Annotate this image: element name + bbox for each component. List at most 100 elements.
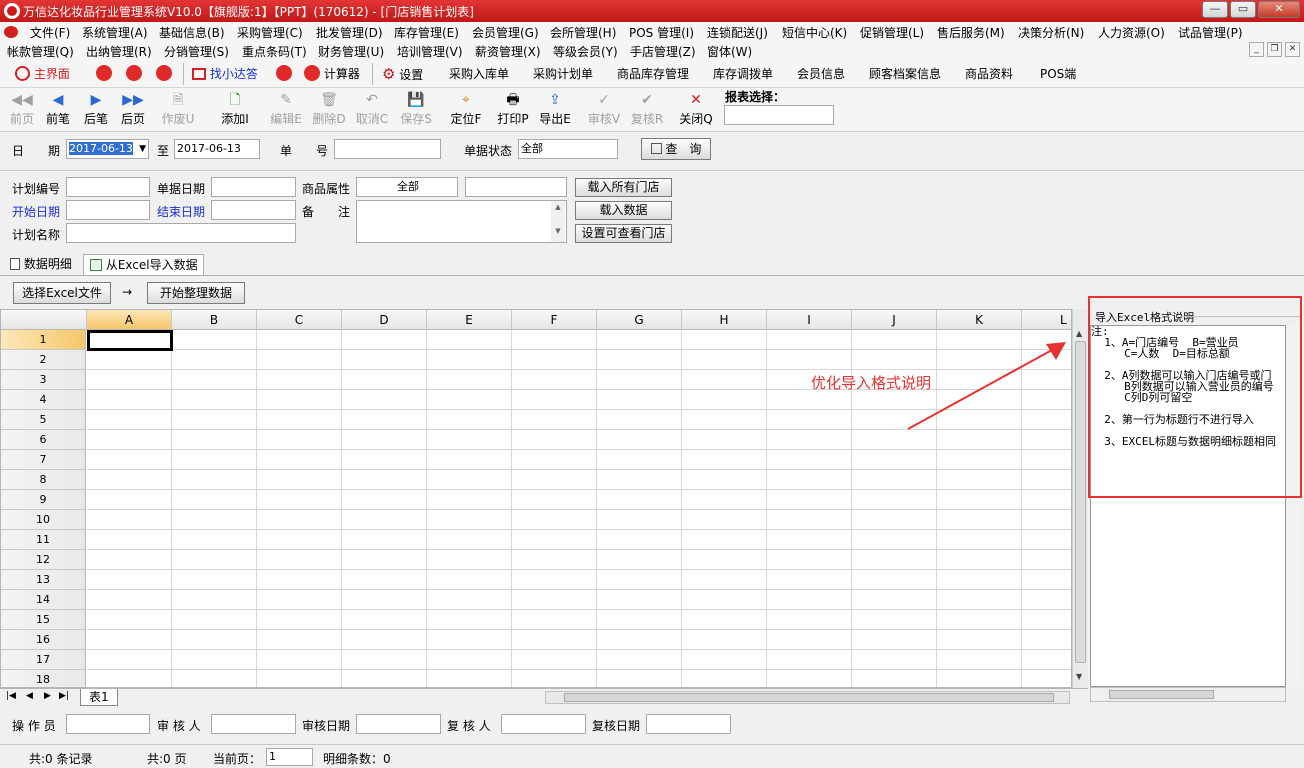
edit-button[interactable]: ✎ 编辑E [266, 90, 306, 130]
auditor-input[interactable] [211, 714, 296, 734]
delete-button[interactable]: 🗑 删除D [309, 90, 349, 130]
row-header[interactable]: 13 [1, 570, 86, 590]
menu-pos[interactable]: POS 管理(I) [629, 24, 694, 41]
menu-club[interactable]: 会所管理(H) [550, 24, 616, 41]
remark-scrollbar[interactable]: ▲ ▼ [551, 201, 565, 242]
query-button[interactable]: 查 询 [641, 138, 711, 160]
nav-link-product-info[interactable]: 商品资料 [965, 65, 1013, 82]
menu-level-member[interactable]: 等级会员(Y) [553, 43, 618, 60]
set-visible-stores-button[interactable]: 设置可查看门店 [575, 224, 672, 243]
panel-horizontal-scrollbar[interactable] [1090, 687, 1286, 702]
recheck-button[interactable]: ✔ 复核R [627, 90, 667, 130]
column-header[interactable]: C [257, 310, 342, 330]
row-header[interactable]: 9 [1, 490, 86, 510]
menu-accounts[interactable]: 帐款管理(Q) [7, 43, 74, 60]
panel-h-thumb[interactable] [1109, 690, 1214, 699]
doc-date-input[interactable] [211, 177, 296, 197]
column-header[interactable]: J [852, 310, 937, 330]
menu-sms[interactable]: 短信中心(K) [782, 24, 847, 41]
row-header[interactable]: 17 [1, 650, 86, 670]
menu-training[interactable]: 培训管理(V) [397, 43, 463, 60]
row-header[interactable]: 1 [1, 330, 86, 350]
menu-wholesale[interactable]: 批发管理(D) [316, 24, 383, 41]
nav-link-member-info[interactable]: 会员信息 [797, 65, 845, 82]
mdi-close-button[interactable]: ✕ [1285, 42, 1300, 57]
menu-purchase[interactable]: 采购管理(C) [237, 24, 303, 41]
nav-link-purchase-in[interactable]: 采购入库单 [449, 65, 509, 82]
row-header[interactable]: 6 [1, 430, 86, 450]
audit-date-input[interactable] [356, 714, 441, 734]
nav-link-customer-file[interactable]: 顾客档案信息 [869, 65, 941, 82]
menu-window[interactable]: 窗体(W) [707, 43, 752, 60]
row-header[interactable]: 2 [1, 350, 86, 370]
sheet-last-icon[interactable]: ▶| [59, 691, 69, 701]
nav-link-transfer[interactable]: 库存调拨单 [713, 65, 773, 82]
menu-distribution-mgmt[interactable]: 分销管理(S) [164, 43, 229, 60]
print-button[interactable]: 🖶 打印P [493, 90, 533, 130]
grid-corner[interactable] [1, 310, 87, 330]
grid-horizontal-scrollbar[interactable] [545, 691, 1070, 704]
menu-member[interactable]: 会员管理(G) [472, 24, 539, 41]
menu-inventory[interactable]: 库存管理(E) [394, 24, 459, 41]
report-select-input[interactable] [724, 105, 834, 125]
void-button[interactable]: 🗎 作废U [158, 90, 198, 130]
menu-decision[interactable]: 决策分析(N) [1018, 24, 1084, 41]
mdi-restore-button[interactable]: ❐ [1267, 42, 1282, 57]
column-header[interactable]: F [512, 310, 597, 330]
start-process-button[interactable]: 开始整理数据 [147, 282, 245, 304]
nav-link-purchase-plan[interactable]: 采购计划单 [533, 65, 593, 82]
column-header[interactable]: L [1022, 310, 1071, 330]
menu-system[interactable]: 系统管理(A) [82, 24, 148, 41]
h-scroll-thumb[interactable] [564, 693, 1054, 702]
row-header[interactable]: 11 [1, 530, 86, 550]
add-button[interactable]: 🗋 添加I [215, 90, 255, 130]
row-header[interactable]: 12 [1, 550, 86, 570]
select-excel-button[interactable]: 选择Excel文件 [13, 282, 111, 304]
row-header[interactable]: 7 [1, 450, 86, 470]
start-date-input[interactable] [66, 200, 150, 220]
attr-extra-input[interactable] [465, 177, 567, 197]
nav-home[interactable]: 主界面 [15, 65, 70, 82]
remark-textarea[interactable]: ▲ ▼ [356, 200, 567, 243]
close-window-button[interactable]: ✕ [1258, 1, 1300, 18]
column-header[interactable]: B [172, 310, 257, 330]
column-header[interactable]: A [87, 310, 172, 330]
audit-button[interactable]: ✓ 审核V [584, 90, 624, 130]
status-select[interactable]: 全部 [518, 139, 618, 159]
minimize-button[interactable]: — [1202, 1, 1228, 18]
nav-link-pos[interactable]: POS端 [1040, 65, 1076, 82]
load-data-button[interactable]: 载入数据 [575, 201, 672, 220]
close-button[interactable]: ✕ 关闭Q [676, 90, 716, 130]
row-header[interactable]: 5 [1, 410, 86, 430]
active-cell-a1[interactable] [87, 330, 173, 351]
nav-link-stock-mgmt[interactable]: 商品库存管理 [617, 65, 689, 82]
cancel-button[interactable]: ↶ 取消C [352, 90, 392, 130]
locate-button[interactable]: ⌖ 定位F [446, 90, 486, 130]
last-page-button[interactable]: ▶▶ 后页 [113, 90, 153, 130]
row-header[interactable]: 18 [1, 670, 86, 687]
column-header[interactable]: E [427, 310, 512, 330]
menu-hr[interactable]: 人力资源(O) [1098, 24, 1165, 41]
bulb-nav-button[interactable] [156, 65, 172, 81]
mdi-minimize-button[interactable]: _ [1249, 42, 1264, 57]
maximize-button[interactable]: ▭ [1230, 1, 1256, 18]
menu-sample[interactable]: 试品管理(P) [1178, 24, 1243, 41]
current-page-input[interactable]: 1 [266, 748, 313, 766]
load-all-stores-button[interactable]: 载入所有门店 [575, 178, 672, 197]
lock-nav-button[interactable] [96, 65, 112, 81]
menu-file[interactable]: 文件(F) [30, 24, 70, 41]
row-header[interactable]: 16 [1, 630, 86, 650]
sheet-next-icon[interactable]: ▶ [44, 691, 51, 701]
row-header[interactable]: 14 [1, 590, 86, 610]
scroll-up-icon[interactable]: ▲ [1076, 329, 1082, 338]
menu-cashier[interactable]: 出纳管理(R) [86, 43, 152, 60]
menu-basic-info[interactable]: 基础信息(B) [159, 24, 225, 41]
sheet-first-icon[interactable]: |◀ [6, 691, 16, 701]
home-nav-button[interactable] [276, 65, 292, 81]
row-header[interactable]: 15 [1, 610, 86, 630]
sheet-tab-1[interactable]: 表1 [80, 689, 118, 706]
reviewer-input[interactable] [501, 714, 586, 734]
menu-finance[interactable]: 财务管理(U) [318, 43, 384, 60]
review-date-input[interactable] [646, 714, 731, 734]
menu-key-barcode[interactable]: 重点条码(T) [242, 43, 307, 60]
